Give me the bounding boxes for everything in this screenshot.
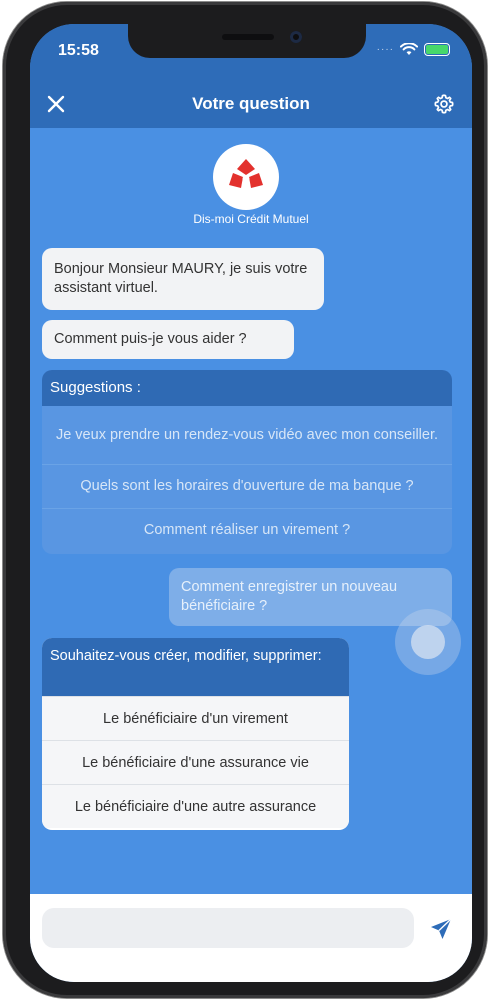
signal-icon: ···· (376, 44, 394, 55)
front-camera (290, 31, 302, 43)
choice-card: Souhaitez-vous créer, modifier, supprime… (42, 638, 349, 830)
nav-bar: Votre question (30, 80, 472, 128)
bot-message-help: Comment puis-je vous aider ? (42, 320, 294, 359)
send-icon (431, 918, 452, 939)
suggestion-item[interactable]: Je veux prendre un rendez-vous vidéo ave… (42, 406, 452, 464)
bot-name: Dis-moi Crédit Mutuel (193, 212, 309, 226)
touch-indicator (395, 609, 461, 675)
suggestions-header: Suggestions : (42, 370, 452, 406)
choice-option-virement[interactable]: Le bénéficiaire d'un virement (42, 696, 349, 740)
speaker (222, 34, 274, 40)
logo-icon (229, 159, 263, 188)
status-icons: ···· (377, 43, 450, 56)
battery-icon (424, 43, 450, 56)
choice-card-header: Souhaitez-vous créer, modifier, supprime… (42, 638, 349, 696)
phone-frame: 15:58 ···· Votre question Dis-moi Crédit… (3, 2, 487, 998)
suggestion-item[interactable]: Comment réaliser un virement ? (42, 508, 452, 552)
message-input[interactable] (42, 908, 414, 948)
suggestions-panel: Suggestions : Je veux prendre un rendez-… (42, 370, 452, 554)
composer-bar (30, 894, 472, 982)
wifi-icon (400, 43, 418, 55)
choice-option-autre-assurance[interactable]: Le bénéficiaire d'une autre assurance (42, 784, 349, 828)
gear-icon (434, 94, 454, 114)
settings-button[interactable] (430, 90, 458, 118)
send-button[interactable] (426, 914, 456, 944)
app-screen: 15:58 ···· Votre question Dis-moi Crédit… (30, 24, 472, 982)
status-time: 15:58 (58, 42, 99, 59)
choice-option-assurance-vie[interactable]: Le bénéficiaire d'une assurance vie (42, 740, 349, 784)
notch (128, 24, 366, 58)
suggestion-item[interactable]: Quels sont les horaires d'ouverture de m… (42, 464, 452, 508)
bot-message-greeting: Bonjour Monsieur MAURY, je suis votre as… (42, 248, 324, 310)
page-title: Votre question (192, 94, 310, 113)
credit-mutuel-logo (213, 144, 279, 210)
